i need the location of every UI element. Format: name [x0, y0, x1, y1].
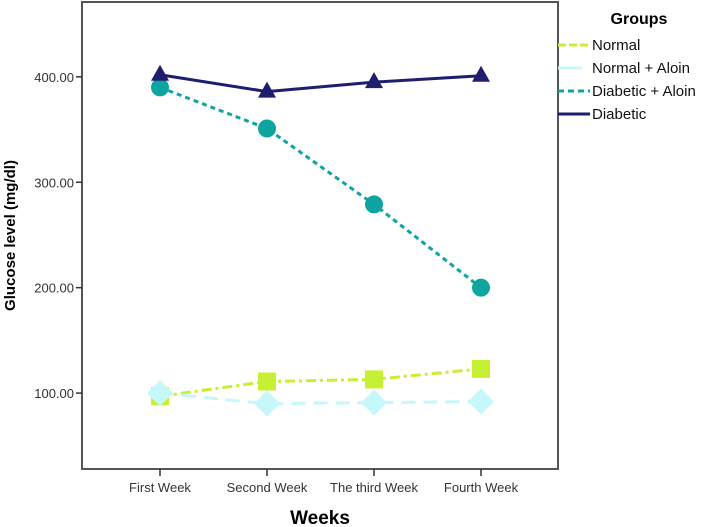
x-tick-label: Fourth Week [444, 480, 519, 495]
legend-label-diabetic: Diabetic [592, 106, 647, 123]
series-line-normal-aloin [159, 391, 482, 406]
y-axis-title: Glucose level (mg/dl) [2, 160, 19, 311]
data-point-normal-aloin [361, 389, 387, 416]
y-tick-label: 300.00 [34, 175, 74, 190]
x-tick-label: The third Week [330, 480, 418, 495]
legend: Groups Normal Normal + Aloin Diabetic + Al… [558, 11, 696, 123]
data-point-normal-aloin [254, 390, 280, 417]
data-point-normal-aloin [468, 388, 494, 415]
data-point-normal [365, 370, 383, 389]
data-point-diabetic-aloin [151, 78, 169, 97]
y-tick-label: 400.00 [34, 70, 74, 85]
data-point-diabetic-aloin [258, 119, 276, 138]
legend-label-normal-aloin: Normal + Aloin [592, 60, 690, 77]
legend-title: Groups [611, 11, 668, 28]
y-tick-label: 100.00 [34, 386, 74, 401]
line-chart: 100.00 200.00 300.00 400.00 First Week Secon… [2, 1, 696, 527]
x-tick-label: Second Week [227, 480, 308, 495]
data-point-diabetic [151, 64, 169, 81]
data-point-diabetic [472, 65, 490, 82]
series-line-diabetic-aloin [159, 85, 482, 289]
y-tick-label: 200.00 [34, 281, 74, 296]
data-point-diabetic-aloin [472, 278, 490, 297]
x-axis-title: Weeks [290, 508, 350, 527]
data-point-normal-aloin [147, 380, 173, 407]
legend-label-diabetic-aloin: Diabetic + Aloin [592, 83, 696, 100]
data-point-diabetic [365, 72, 383, 89]
data-point-normal [472, 359, 490, 378]
series-line-normal [159, 367, 482, 398]
series-line-diabetic [159, 73, 482, 94]
legend-label-normal: Normal [592, 37, 640, 54]
data-point-diabetic-aloin [365, 195, 383, 214]
x-tick-label: First Week [129, 480, 191, 495]
data-point-normal [258, 372, 276, 391]
